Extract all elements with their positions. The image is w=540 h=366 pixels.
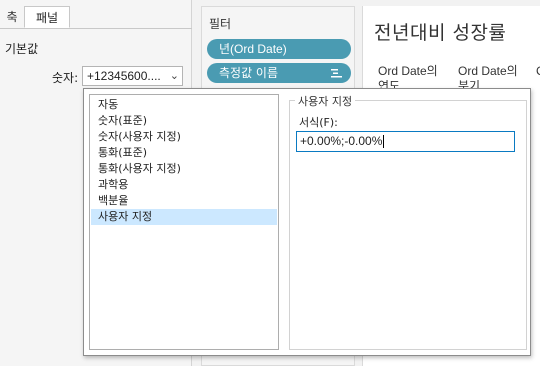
column-header-line: Ord Date의 <box>458 64 518 78</box>
chevron-down-icon: ⌄ <box>169 70 179 82</box>
format-option-custom[interactable]: 사용자 지정 <box>91 209 277 225</box>
number-format-value: +12345600.... <box>87 69 161 83</box>
format-string-value: +0.00%;-0.00% <box>300 134 383 148</box>
column-header-line: Ord Date의 <box>378 64 438 78</box>
column-header-partial[interactable]: C <box>536 64 540 79</box>
text-caret <box>383 135 385 149</box>
filter-pill-label: 년(Ord Date) <box>219 42 287 56</box>
filters-title: 필터 <box>209 17 232 31</box>
tab-axis[interactable]: 축 <box>0 6 24 28</box>
tab-pane[interactable]: 패널 <box>24 6 70 28</box>
default-section-label: 기본값 <box>5 42 39 56</box>
format-option-currency-custom[interactable]: 통화(사용자 지정) <box>91 161 277 177</box>
sheet-title: 전년대비 성장률 <box>374 22 507 44</box>
format-option-number-standard[interactable]: 숫자(표준) <box>91 113 277 129</box>
format-option-currency-standard[interactable]: 통화(표준) <box>91 145 277 161</box>
format-string-input[interactable]: +0.00%;-0.00% <box>296 131 515 152</box>
format-option-auto[interactable]: 자동 <box>91 97 277 113</box>
format-string-label: 서식(F): <box>299 116 338 129</box>
filter-pill-measure-names[interactable]: 측정값 이름 <box>207 63 351 83</box>
custom-format-group-title: 사용자 지정 <box>295 93 356 109</box>
column-header-line: C <box>536 64 540 79</box>
format-type-list[interactable]: 자동 숫자(표준) 숫자(사용자 지정) 통화(표준) 통화(사용자 지정) 과… <box>89 94 279 350</box>
number-format-dropdown[interactable]: +12345600.... ⌄ <box>82 66 183 86</box>
format-tab-strip: 축 패널 <box>0 6 192 29</box>
filter-pill-year[interactable]: 년(Ord Date) <box>207 39 351 59</box>
number-format-label: 숫자: <box>52 71 79 85</box>
format-option-scientific[interactable]: 과학용 <box>91 177 277 193</box>
format-option-number-custom[interactable]: 숫자(사용자 지정) <box>91 129 277 145</box>
format-option-percentage[interactable]: 백분율 <box>91 193 277 209</box>
filter-pill-label: 측정값 이름 <box>219 66 279 80</box>
filter-indicator-icon <box>331 63 342 85</box>
